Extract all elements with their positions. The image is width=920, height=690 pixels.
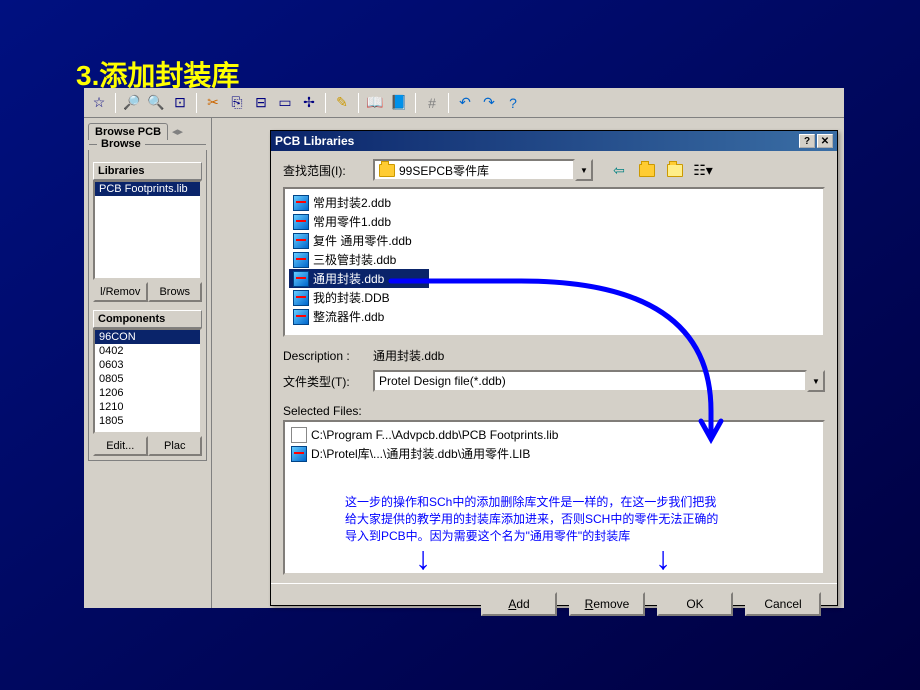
help-button[interactable]: ? bbox=[799, 134, 815, 148]
file-item-selected[interactable]: 通用封装.ddb bbox=[289, 269, 429, 288]
add-remove-button[interactable]: l/Remov bbox=[93, 282, 148, 302]
book2-icon[interactable]: 📘 bbox=[388, 92, 410, 114]
remove-button[interactable]: Remove bbox=[569, 592, 645, 616]
dialog-title: PCB Libraries bbox=[275, 134, 354, 148]
ddb-icon bbox=[293, 214, 309, 230]
copy-icon[interactable]: ⎘ bbox=[226, 92, 248, 114]
redo-icon[interactable]: ↷ bbox=[478, 92, 500, 114]
dialog-button-bar: Add Remove OK Cancel bbox=[271, 583, 837, 624]
lookin-label: 查找范围(I): bbox=[283, 162, 365, 179]
folder-icon bbox=[379, 164, 395, 177]
cut-icon[interactable]: ✂ bbox=[202, 92, 224, 114]
file-item[interactable]: 三极管封装.ddb bbox=[289, 250, 429, 269]
file-list[interactable]: 常用封装2.ddb 常用零件1.ddb 复件 通用零件.ddb 三极管封装.dd… bbox=[283, 187, 825, 337]
ddb-icon bbox=[293, 195, 309, 211]
component-item[interactable]: 1805 bbox=[95, 414, 200, 428]
components-listbox[interactable]: 96CON 0402 0603 0805 1206 1210 1805 bbox=[93, 328, 202, 434]
ddb-icon bbox=[293, 271, 309, 287]
file-item[interactable]: 常用零件1.ddb bbox=[289, 212, 429, 231]
browse-group-label: Browse bbox=[97, 138, 145, 150]
tab-scroll[interactable]: ◂▸ bbox=[168, 123, 187, 140]
paste-icon[interactable]: ⊟ bbox=[250, 92, 272, 114]
selected-files-list[interactable]: C:\Program F...\Advpcb.ddb\PCB Footprint… bbox=[283, 420, 825, 575]
ddb-icon bbox=[293, 252, 309, 268]
lookin-dropdown[interactable]: ▼ bbox=[575, 159, 593, 181]
libraries-header: Libraries bbox=[93, 162, 202, 180]
filetype-value: Protel Design file(*.ddb) bbox=[379, 374, 506, 388]
add-button[interactable]: Add bbox=[481, 592, 557, 616]
view-menu-icon[interactable]: ☷▾ bbox=[693, 160, 713, 180]
selected-files-label: Selected Files: bbox=[283, 404, 825, 418]
selected-file-item[interactable]: C:\Program F...\Advpcb.ddb\PCB Footprint… bbox=[289, 426, 819, 444]
file-item[interactable]: 我的封装.DDB bbox=[289, 288, 429, 307]
component-item[interactable]: 1206 bbox=[95, 386, 200, 400]
lookin-combo[interactable]: 99SEPCB零件库 bbox=[373, 159, 575, 181]
help-icon[interactable]: ? bbox=[502, 92, 524, 114]
components-header: Components bbox=[93, 310, 202, 328]
up-folder-icon[interactable] bbox=[637, 160, 657, 180]
libraries-listbox[interactable]: PCB Footprints.lib bbox=[93, 180, 202, 280]
back-icon[interactable]: ⇦ bbox=[609, 160, 629, 180]
ddb-icon bbox=[293, 309, 309, 325]
lookin-value: 99SEPCB零件库 bbox=[399, 162, 489, 179]
brush-icon[interactable]: ✎ bbox=[331, 92, 353, 114]
ok-button[interactable]: OK bbox=[657, 592, 733, 616]
component-item[interactable]: 0603 bbox=[95, 358, 200, 372]
toolbar: ☆ 🔎 🔍 ⊡ ✂ ⎘ ⊟ ▭ ✢ ✎ 📖 📘 # ↶ ↷ ? bbox=[84, 88, 844, 118]
ddb-icon bbox=[293, 290, 309, 306]
component-item[interactable]: 0805 bbox=[95, 372, 200, 386]
file-item[interactable]: 复件 通用零件.ddb bbox=[289, 231, 429, 250]
lib-icon bbox=[291, 427, 307, 443]
component-item[interactable]: 96CON bbox=[95, 330, 200, 344]
new-folder-icon[interactable] bbox=[665, 160, 685, 180]
library-item[interactable]: PCB Footprints.lib bbox=[95, 182, 200, 196]
book-icon[interactable]: 📖 bbox=[364, 92, 386, 114]
file-item[interactable]: 整流器件.ddb bbox=[289, 307, 429, 326]
filetype-label: 文件类型(T): bbox=[283, 373, 365, 390]
undo-icon[interactable]: ↶ bbox=[454, 92, 476, 114]
arrow-icon: ↓ bbox=[415, 540, 431, 577]
edit-button[interactable]: Edit... bbox=[93, 436, 148, 456]
file-item[interactable]: 常用封装2.ddb bbox=[289, 193, 429, 212]
nav-icon[interactable]: ☆ bbox=[88, 92, 110, 114]
filetype-dropdown[interactable]: ▼ bbox=[807, 370, 825, 392]
description-value: 通用封装.ddb bbox=[373, 347, 444, 364]
pcb-libraries-dialog: PCB Libraries ? ✕ 查找范围(I): 99SEPCB零件库 ▼ … bbox=[270, 130, 838, 606]
ddb-icon bbox=[291, 446, 307, 462]
selected-file-item[interactable]: D:\Protel库\...\通用封装.ddb\通用零件.LIB bbox=[289, 444, 819, 463]
arrow-icon: ↓ bbox=[655, 540, 671, 577]
component-item[interactable]: 1210 bbox=[95, 400, 200, 414]
grid-icon[interactable]: # bbox=[421, 92, 443, 114]
component-item[interactable]: 0402 bbox=[95, 344, 200, 358]
filetype-combo[interactable]: Protel Design file(*.ddb) bbox=[373, 370, 807, 392]
zoom-in-icon[interactable]: 🔎 bbox=[121, 92, 143, 114]
select-icon[interactable]: ▭ bbox=[274, 92, 296, 114]
annotation-text: 这一步的操作和SCh中的添加删除库文件是一样的，在这一步我们把我给大家提供的教学… bbox=[345, 494, 725, 544]
zoom-out-icon[interactable]: 🔍 bbox=[145, 92, 167, 114]
browse-button[interactable]: Brows bbox=[148, 282, 203, 302]
cancel-button[interactable]: Cancel bbox=[745, 592, 821, 616]
left-panel: Browse PCB◂▸ Browse Libraries PCB Footpr… bbox=[84, 118, 212, 608]
dialog-titlebar[interactable]: PCB Libraries ? ✕ bbox=[271, 131, 837, 151]
close-button[interactable]: ✕ bbox=[817, 134, 833, 148]
move-icon[interactable]: ✢ bbox=[298, 92, 320, 114]
description-label: Description : bbox=[283, 349, 365, 363]
fit-icon[interactable]: ⊡ bbox=[169, 92, 191, 114]
ddb-icon bbox=[293, 233, 309, 249]
place-button[interactable]: Plac bbox=[148, 436, 203, 456]
